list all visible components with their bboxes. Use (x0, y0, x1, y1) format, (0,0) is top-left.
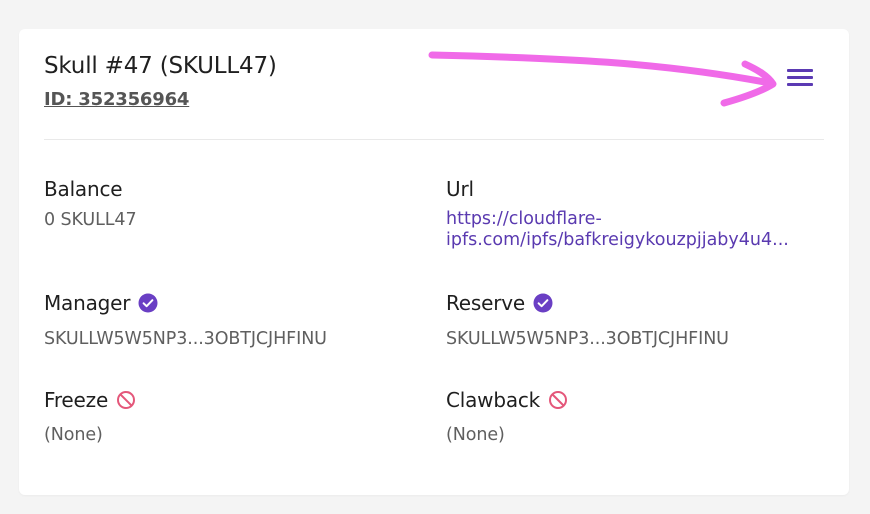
reserve-value: SKULLW5W5NP3...3OBTJCJHFINU (446, 329, 729, 349)
menu-bar (787, 69, 813, 72)
asset-id-link[interactable]: ID: 352356964 (44, 89, 189, 110)
verified-check-icon (138, 293, 158, 313)
clawback-value: (None) (446, 425, 505, 445)
freeze-label-text: Freeze (44, 388, 109, 412)
url-link-line2: ipfs.com/ipfs/bafkreigykouzpjjaby4u4... (446, 230, 789, 250)
freeze-value: (None) (44, 425, 103, 445)
header-divider (44, 139, 824, 140)
freeze-label: Freeze (44, 388, 136, 412)
verified-check-icon (533, 293, 553, 313)
clawback-label: Clawback (446, 388, 568, 412)
balance-label-text: Balance (44, 177, 123, 201)
url-label-text: Url (446, 177, 474, 201)
manager-value: SKULLW5W5NP3...3OBTJCJHFINU (44, 329, 327, 349)
url-label: Url (446, 177, 474, 201)
hamburger-menu-icon[interactable] (783, 64, 817, 92)
asset-card: Skull #47 (SKULL47) ID: 352356964 Balanc… (19, 29, 849, 495)
prohibited-icon (117, 391, 136, 409)
manager-label: Manager (44, 291, 158, 315)
clawback-label-text: Clawback (446, 388, 541, 412)
asset-title: Skull #47 (SKULL47) (44, 53, 277, 79)
balance-label: Balance (44, 177, 123, 201)
reserve-label-text: Reserve (446, 291, 525, 315)
prohibited-icon (549, 391, 568, 409)
manager-label-text: Manager (44, 291, 131, 315)
reserve-label: Reserve (446, 291, 553, 315)
url-link[interactable]: https://cloudflare- ipfs.com/ipfs/bafkre… (446, 209, 826, 251)
menu-bar (787, 76, 813, 79)
url-link-line1: https://cloudflare- (446, 209, 602, 229)
menu-bar (787, 83, 813, 86)
balance-value: 0 SKULL47 (44, 210, 137, 230)
